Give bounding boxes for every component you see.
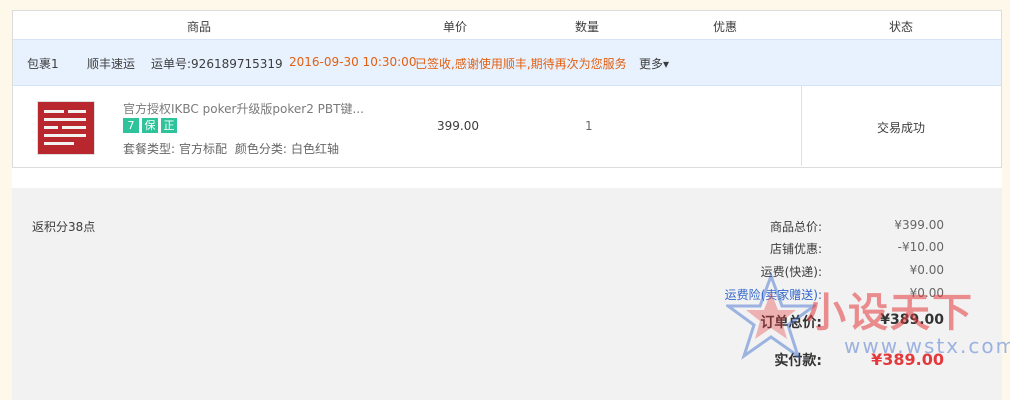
header-status: 状态 bbox=[889, 20, 914, 34]
package-name: 包裹1 bbox=[27, 57, 59, 71]
product-thumbnail[interactable] bbox=[37, 101, 95, 155]
order-total-label: 订单总价: bbox=[760, 315, 822, 331]
more-dropdown[interactable]: 更多▾ bbox=[639, 55, 669, 72]
header-quantity: 数量 bbox=[575, 20, 600, 34]
chevron-down-icon: ▾ bbox=[663, 57, 670, 71]
order-table: 商品 单价 数量 优惠 状态 包裹1 顺丰速运 运单号:926189715319… bbox=[12, 10, 1002, 168]
shop-discount-value: -¥10.00 bbox=[897, 240, 944, 254]
seven-day-return-icon[interactable]: 7 bbox=[123, 118, 139, 133]
goods-total-label: 商品总价: bbox=[769, 220, 822, 234]
goods-total-value: ¥399.00 bbox=[894, 218, 944, 232]
insurance-link[interactable]: 运费险(卖家赠送): bbox=[725, 286, 822, 303]
attr-color-label: 颜色分类: bbox=[234, 142, 287, 156]
goods-total-row: 商品总价: ¥399.00 bbox=[12, 218, 1002, 236]
product-attributes: 套餐类型: 官方标配 颜色分类: 白色红轴 bbox=[123, 140, 343, 157]
order-item-row: 官方授权IKBC poker升级版poker2 PBT键... 7 保 正 套餐… bbox=[13, 86, 1001, 166]
delivery-message: 已签收,感谢使用顺丰,期待再次为您服务 bbox=[415, 57, 627, 71]
insurance-value: ¥0.00 bbox=[909, 286, 944, 300]
trade-status: 交易成功 bbox=[877, 121, 926, 135]
shipping-value: ¥0.00 bbox=[909, 263, 944, 277]
order-total-row: 订单总价: ¥389.00 bbox=[12, 312, 1002, 331]
shipping-row: 运费(快递): ¥0.00 bbox=[12, 263, 1002, 281]
header-discount: 优惠 bbox=[713, 20, 738, 34]
divider bbox=[801, 86, 802, 166]
shop-discount-label: 店铺优惠: bbox=[769, 242, 822, 256]
attr-package-value: 官方标配 bbox=[179, 142, 228, 156]
attr-color-value: 白色红轴 bbox=[290, 142, 339, 156]
order-total-value: ¥389.00 bbox=[880, 312, 944, 328]
header-unit-price: 单价 bbox=[443, 20, 468, 34]
shop-discount-row: 店铺优惠: -¥10.00 bbox=[12, 240, 1002, 258]
table-header: 商品 单价 数量 优惠 状态 bbox=[13, 11, 1001, 39]
guarantee-icon[interactable]: 保 bbox=[142, 118, 158, 133]
tracking-number: 运单号:926189715319 bbox=[151, 57, 283, 71]
delivery-time: 2016-09-30 10:30:00 bbox=[289, 55, 417, 69]
header-product: 商品 bbox=[187, 20, 212, 34]
insurance-row: 运费险(卖家赠送): ¥0.00 bbox=[12, 286, 1002, 304]
order-summary: 返积分38点 商品总价: ¥399.00 店铺优惠: -¥10.00 运费(快递… bbox=[12, 188, 1002, 400]
unit-price: 399.00 bbox=[437, 119, 479, 133]
package-carrier: 顺丰速运 bbox=[87, 57, 136, 71]
attr-package-label: 套餐类型: bbox=[123, 142, 176, 156]
shipping-label: 运费(快递): bbox=[760, 265, 822, 279]
paid-row: 实付款: ¥389.00 bbox=[12, 350, 1002, 369]
paid-label: 实付款: bbox=[774, 353, 822, 369]
product-title-link[interactable]: 官方授权IKBC poker升级版poker2 PBT键... bbox=[123, 100, 364, 117]
package-bar: 包裹1 顺丰速运 运单号:926189715319 2016-09-30 10:… bbox=[13, 39, 1001, 86]
item-quantity: 1 bbox=[585, 119, 593, 133]
paid-value: ¥389.00 bbox=[871, 350, 944, 369]
genuine-icon[interactable]: 正 bbox=[161, 118, 177, 133]
more-label: 更多 bbox=[639, 57, 664, 71]
order-page: 商品 单价 数量 优惠 状态 包裹1 顺丰速运 运单号:926189715319… bbox=[12, 10, 1002, 400]
